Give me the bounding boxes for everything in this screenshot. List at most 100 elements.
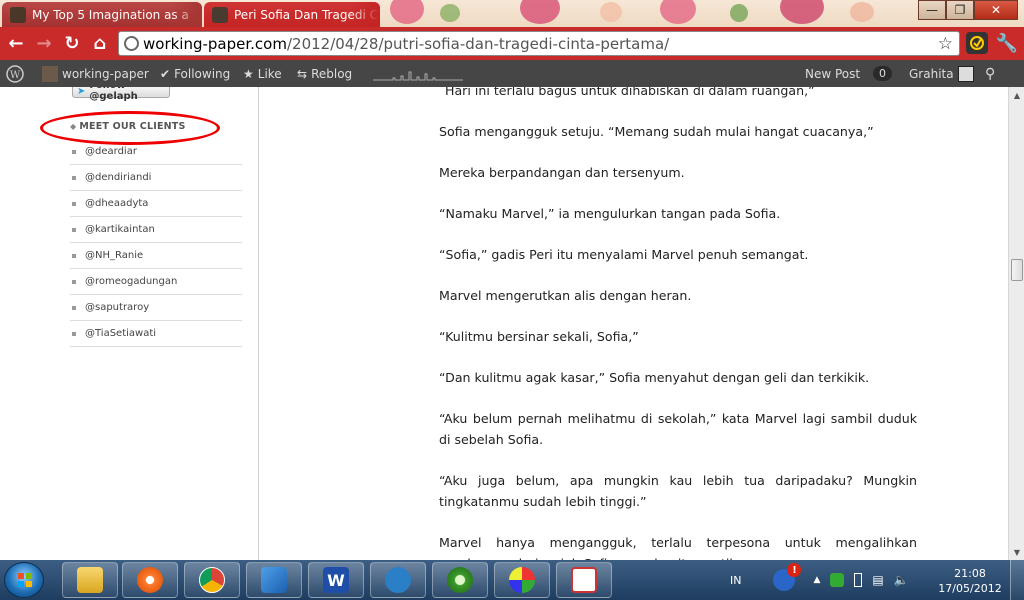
wp-site-name: working-paper xyxy=(62,66,149,81)
chrome-taskbar-button[interactable] xyxy=(184,562,240,598)
floral-decoration xyxy=(600,2,622,22)
forward-button[interactable]: → xyxy=(30,30,58,58)
snipping-tool-icon xyxy=(571,567,597,593)
home-button[interactable]: ⌂ xyxy=(86,30,114,58)
reblog-icon: ⇆ xyxy=(297,66,308,81)
scroll-down-arrow-icon[interactable]: ▼ xyxy=(1009,544,1024,560)
wp-new-post-button[interactable]: New Post xyxy=(805,60,860,87)
explorer-taskbar-button[interactable] xyxy=(62,562,118,598)
wrench-menu-icon[interactable]: 🔧 xyxy=(996,32,1018,54)
clients-list: @deardiar @dendiriandi @dheaadyta @karti… xyxy=(70,139,242,347)
client-link[interactable]: @NH_Ranie xyxy=(70,243,242,269)
show-hidden-icons-icon[interactable]: ▲ xyxy=(813,575,820,585)
stats-sparkline xyxy=(373,60,463,87)
show-desktop-button[interactable] xyxy=(1010,560,1024,600)
language-indicator[interactable]: IN xyxy=(730,574,741,587)
battery-icon[interactable] xyxy=(854,573,863,587)
article-body: Hari ini terlalu bagus untuk dihabiskan … xyxy=(439,87,917,560)
window-controls: — ❐ ✕ xyxy=(918,0,1018,20)
notification-count: 0 xyxy=(873,66,892,81)
scroll-thumb[interactable] xyxy=(1011,259,1023,281)
wp-notifications[interactable]: 0 xyxy=(873,60,892,87)
floral-decoration xyxy=(390,0,424,24)
client-link[interactable]: @saputraroy xyxy=(70,295,242,321)
back-button[interactable]: ← xyxy=(2,30,30,58)
media-player-icon xyxy=(137,567,163,593)
globe-icon xyxy=(124,36,139,51)
twitter-follow-button[interactable]: ➤ Follow @gelaph xyxy=(72,87,170,102)
client-link[interactable]: @deardiar xyxy=(70,139,242,165)
reload-button[interactable]: ↻ xyxy=(58,30,86,58)
clock-date: 17/05/2012 xyxy=(938,582,1002,595)
system-clock[interactable]: 21:08 17/05/2012 xyxy=(938,566,1002,596)
wp-reblog-button[interactable]: ⇆ Reblog xyxy=(297,60,352,87)
client-link[interactable]: @romeogadungan xyxy=(70,269,242,295)
article-paragraph: “Aku juga belum, apa mungkin kau lebih t… xyxy=(439,473,917,509)
volume-icon[interactable]: 🔈 xyxy=(894,573,909,587)
tab-my-top-5[interactable]: My Top 5 Imagination as a xyxy=(2,2,202,27)
system-tray: IN ! ▲ ▤ 🔈 xyxy=(730,560,909,600)
word-icon: W xyxy=(323,567,349,593)
alert-icon: ! xyxy=(787,563,802,577)
twitter-bird-icon: ➤ xyxy=(77,87,86,97)
wp-following-button[interactable]: ✔ Following xyxy=(160,60,230,87)
client-link[interactable]: @TiaSetiawati xyxy=(70,321,242,347)
folder-icon xyxy=(77,567,103,593)
site-favicon-icon xyxy=(10,6,26,23)
recorder-taskbar-button[interactable] xyxy=(432,562,488,598)
pen-app-taskbar-button[interactable] xyxy=(246,562,302,598)
search-icon[interactable]: ⚲ xyxy=(985,60,995,87)
vertical-scrollbar[interactable]: ▲ ▼ xyxy=(1008,87,1024,560)
user-avatar-icon xyxy=(957,65,974,82)
media-player-taskbar-button[interactable] xyxy=(122,562,178,598)
action-center-icon[interactable]: ! xyxy=(773,563,802,591)
twitter-bird-icon xyxy=(385,567,411,593)
tab-peri-sofia[interactable]: Peri Sofia Dan Tragedi Cinta xyxy=(204,2,380,27)
wordpress-logo-icon[interactable]: W xyxy=(6,60,24,87)
check-icon: ✔ xyxy=(160,66,171,81)
minimize-button[interactable]: — xyxy=(918,0,946,20)
close-window-button[interactable]: ✕ xyxy=(974,0,1018,20)
article-paragraph: Sofia mengangguk setuju. “Memang sudah m… xyxy=(439,124,874,139)
windows-taskbar: W IN ! ▲ ▤ 🔈 21:08 17/05/2012 xyxy=(0,560,1024,600)
restore-button[interactable]: ❐ xyxy=(946,0,974,20)
browser-tabstrip: My Top 5 Imagination as a Peri Sofia Dan… xyxy=(0,0,1024,27)
client-link[interactable]: @dendiriandi xyxy=(70,165,242,191)
wp-like-button[interactable]: ★ Like xyxy=(243,60,282,87)
scroll-up-arrow-icon[interactable]: ▲ xyxy=(1009,87,1024,103)
column-divider xyxy=(258,87,259,560)
wp-user-menu[interactable]: Grahita xyxy=(909,60,974,87)
site-favicon-icon xyxy=(212,6,228,23)
article-paragraph: Hari ini terlalu bagus untuk dihabiskan … xyxy=(445,87,815,98)
article-paragraph: “Dan kulitmu agak kasar,” Sofia menyahut… xyxy=(439,370,870,385)
browser-toolbar: ← → ↻ ⌂ working-paper.com/2012/04/28/put… xyxy=(0,27,1024,60)
paint-taskbar-button[interactable] xyxy=(494,562,550,598)
extension-icon[interactable] xyxy=(966,32,988,54)
article-paragraph: Marvel mengerutkan alis dengan heran. xyxy=(439,288,692,303)
start-button[interactable] xyxy=(4,562,44,598)
tab-title: My Top 5 Imagination as a xyxy=(32,7,189,22)
twitter-taskbar-button[interactable] xyxy=(370,562,426,598)
wp-admin-bar: W working-paper ✔ Following ★ Like ⇆ Reb… xyxy=(0,60,1024,87)
word-taskbar-button[interactable]: W xyxy=(308,562,364,598)
network-icon[interactable]: ▤ xyxy=(872,573,883,587)
client-link[interactable]: @dheaadyta xyxy=(70,191,242,217)
page-content: ➤ Follow @gelaph ◆MEET OUR CLIENTS @dear… xyxy=(0,87,1008,560)
article-paragraph: Marvel hanya mengangguk, terlalu terpeso… xyxy=(439,535,917,560)
wp-site-link[interactable]: working-paper xyxy=(42,60,149,87)
article-paragraph: Mereka berpandangan dan tersenyum. xyxy=(439,165,685,180)
article-paragraph: “Kulitmu bersinar sekali, Sofia,” xyxy=(439,329,639,344)
floral-decoration xyxy=(660,0,696,24)
antivirus-icon[interactable] xyxy=(830,573,845,587)
article-paragraph: “Namaku Marvel,” ia mengulurkan tangan p… xyxy=(439,206,781,221)
url-path: /2012/04/28/putri-sofia-dan-tragedi-cint… xyxy=(286,34,670,53)
snipping-taskbar-button[interactable] xyxy=(556,562,612,598)
client-link[interactable]: @kartikaintan xyxy=(70,217,242,243)
chrome-icon xyxy=(199,567,225,593)
address-bar[interactable]: working-paper.com/2012/04/28/putri-sofia… xyxy=(118,31,960,56)
recorder-icon xyxy=(447,567,473,593)
site-avatar-icon xyxy=(42,65,58,82)
bookmark-star-icon[interactable]: ☆ xyxy=(938,34,953,54)
pen-icon xyxy=(261,567,287,593)
paint-palette-icon xyxy=(509,567,535,593)
